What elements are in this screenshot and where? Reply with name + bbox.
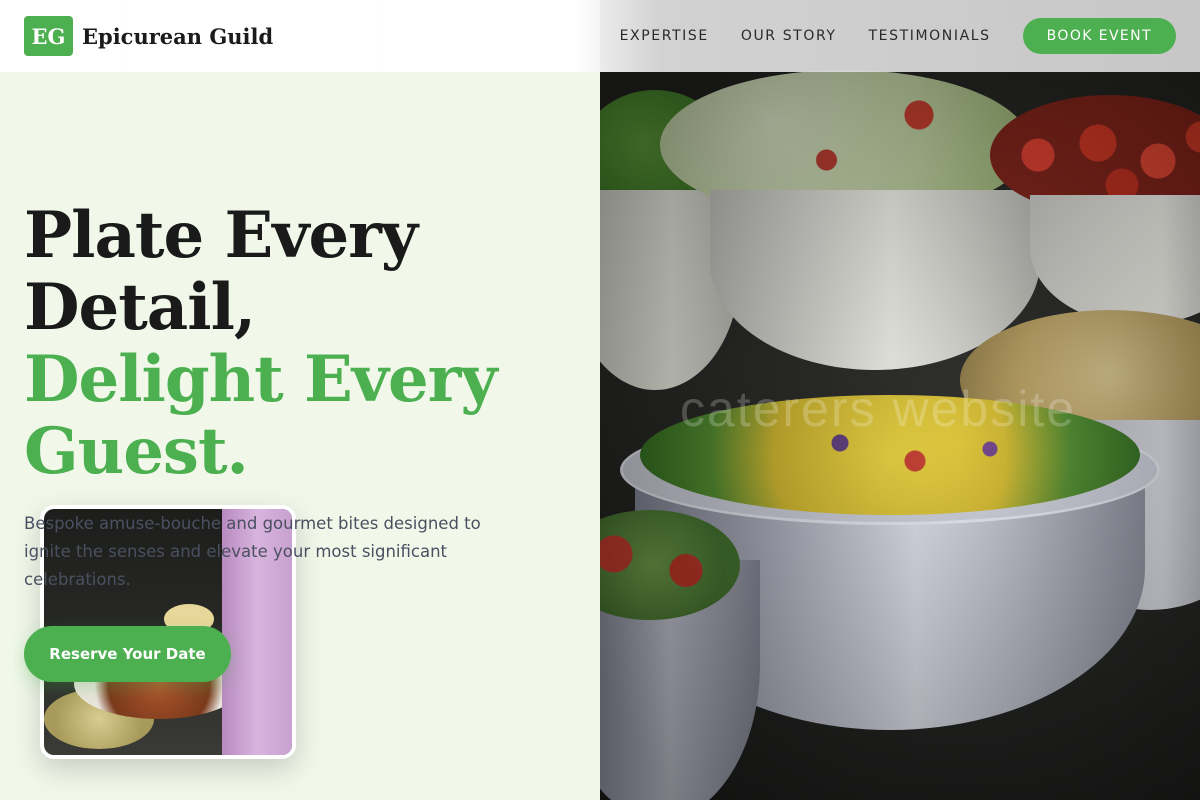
nav-link-expertise[interactable]: EXPERTISE (620, 28, 709, 44)
nav-link-our-story[interactable]: OUR STORY (741, 28, 837, 44)
brand-logo: EG (24, 16, 73, 56)
watermark: caterers website (680, 381, 1077, 437)
book-event-button[interactable]: BOOK EVENT (1022, 18, 1176, 54)
brand-name: Epicurean Guild (82, 23, 274, 49)
hero-title-line-2: Detail, (24, 270, 256, 345)
hero-title: Plate Every Detail, Delight Every Guest. (24, 200, 584, 488)
hero-title-line-1: Plate Every (24, 198, 418, 273)
main-nav: EXPERTISE OUR STORY TESTIMONIALS BOOK EV… (620, 18, 1176, 54)
reserve-date-button[interactable]: Reserve Your Date (24, 626, 231, 682)
brand[interactable]: EG Epicurean Guild (24, 16, 273, 56)
hero-description: Bespoke amuse-bouche and gourmet bites d… (24, 514, 481, 589)
hero-food-image: caterers website (600, 0, 1200, 800)
site-header: EG Epicurean Guild EXPERTISE OUR STORY T… (0, 0, 1200, 72)
hero-title-accent-line-2: Guest. (24, 414, 249, 489)
hero-title-accent-line-1: Delight Every (24, 342, 498, 417)
nav-link-testimonials[interactable]: TESTIMONIALS (869, 28, 991, 44)
